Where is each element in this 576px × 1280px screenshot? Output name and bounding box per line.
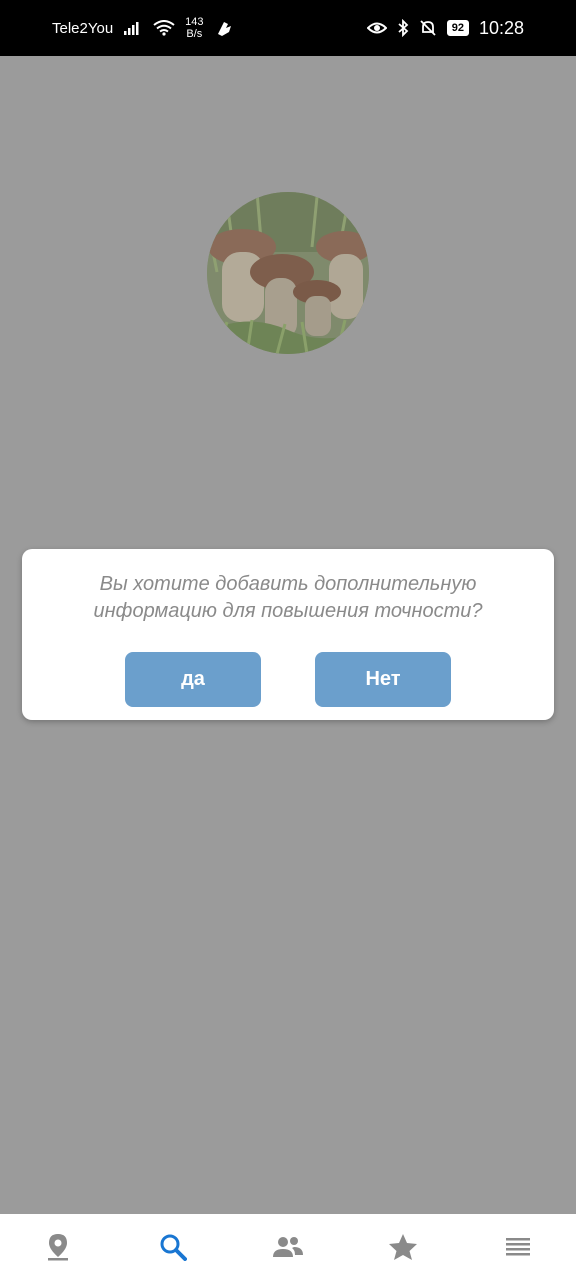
muted-bell-icon	[419, 19, 437, 37]
speed-unit: B/s	[186, 28, 203, 40]
clock: 10:28	[478, 17, 524, 38]
bottom-navigation	[0, 1214, 576, 1280]
people-icon	[272, 1237, 303, 1257]
search-icon	[160, 1234, 187, 1261]
network-speed: 143 B/s	[185, 16, 203, 40]
status-bar-left: Tele2You 143 B/s	[52, 16, 234, 40]
bluetooth-icon	[397, 19, 409, 37]
dialog-message-line2: информацию для повышения точности?	[93, 600, 483, 622]
main-content: Вы хотите добавить дополнительную информ…	[0, 56, 576, 1214]
menu-icon	[506, 1238, 531, 1256]
dialog-message: Вы хотите добавить дополнительную информ…	[52, 571, 524, 625]
nav-item-location[interactable]	[28, 1217, 88, 1277]
yes-button[interactable]: да	[125, 652, 261, 707]
confirm-dialog: Вы хотите добавить дополнительную информ…	[22, 549, 554, 720]
speed-value: 143	[185, 16, 204, 28]
carrier-name: Tele2You	[52, 19, 114, 37]
hand-icon	[214, 18, 234, 38]
location-pin-icon	[47, 1234, 68, 1261]
nav-item-favorites[interactable]	[373, 1217, 433, 1277]
signal-icon	[123, 20, 143, 36]
status-bar: Tele2You 143 B/s 92 10:28	[0, 0, 576, 56]
nav-item-people[interactable]	[258, 1217, 318, 1277]
nav-item-menu[interactable]	[488, 1217, 548, 1277]
status-bar-right: 92 10:28	[366, 17, 524, 39]
eye-icon	[366, 21, 387, 35]
wifi-icon	[153, 20, 175, 36]
dialog-message-line1: Вы хотите добавить дополнительную	[99, 573, 477, 595]
mushroom-photo	[207, 192, 369, 354]
battery-indicator: 92	[446, 20, 469, 36]
star-icon	[389, 1234, 418, 1260]
no-button[interactable]: Нет	[315, 652, 451, 707]
nav-item-search[interactable]	[143, 1217, 203, 1277]
